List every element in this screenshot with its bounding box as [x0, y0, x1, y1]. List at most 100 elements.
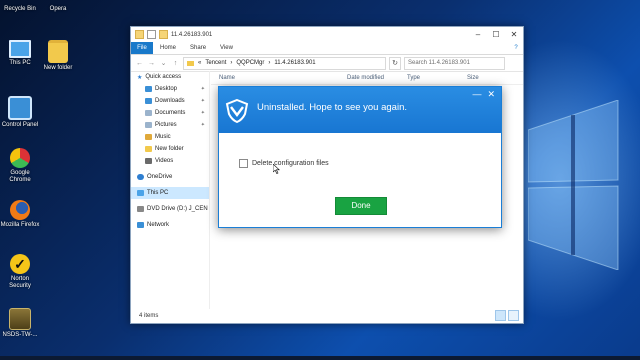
nav-item-pictures[interactable]: Pictures ✦: [131, 119, 209, 131]
delete-config-label: Delete configuration files: [252, 160, 329, 167]
search-input[interactable]: Search 11.4.26183.901: [404, 56, 505, 70]
column-date-modified[interactable]: Date modified: [339, 75, 399, 81]
star-icon: ★: [137, 74, 143, 81]
nav-item-documents[interactable]: Documents ✦: [131, 107, 209, 119]
dialog-controls: — ✕: [472, 89, 495, 100]
nsds-icon: [9, 308, 31, 330]
nav-item-label: Downloads: [155, 98, 185, 104]
nav-quick-access[interactable]: ★ Quick access: [131, 71, 209, 83]
delete-config-checkbox[interactable]: [239, 159, 248, 168]
tab-view[interactable]: View: [213, 42, 240, 54]
help-icon[interactable]: ?: [509, 42, 523, 54]
breadcrumb-separator: «: [198, 60, 202, 66]
cloud-icon: [137, 174, 144, 180]
nav-item-label: New folder: [155, 146, 184, 152]
large-icons-view-icon[interactable]: [508, 310, 519, 321]
breadcrumb-separator: ›: [268, 60, 271, 66]
nav-item-videos[interactable]: Videos: [131, 155, 209, 167]
column-name[interactable]: Name: [211, 75, 339, 81]
desktop-icon: [145, 86, 152, 92]
breadcrumb-tencent[interactable]: Tencent: [205, 60, 226, 66]
mouse-cursor-icon: [273, 164, 280, 174]
desktop-icon-control-panel[interactable]: Control Panel: [0, 96, 40, 129]
desktop-icon-recycle-bin[interactable]: Recycle Bin: [0, 0, 40, 13]
breadcrumb-separator: ›: [230, 60, 233, 66]
details-view-icon[interactable]: [495, 310, 506, 321]
nav-item-new-folder[interactable]: New folder: [131, 143, 209, 155]
desktop-icon-chrome[interactable]: Google Chrome: [0, 148, 40, 184]
column-size[interactable]: Size: [459, 75, 507, 81]
address-bar[interactable]: « Tencent › QQPCMgr › 11.4.26183.901: [183, 56, 386, 70]
computer-icon: [9, 40, 31, 58]
shield-logo-icon: [225, 99, 249, 123]
dvd-drive-icon: [137, 206, 144, 212]
up-arrow-icon[interactable]: ↑: [171, 60, 180, 67]
nav-item-downloads[interactable]: Downloads ✦: [131, 95, 209, 107]
status-bar: 4 items: [131, 309, 523, 323]
nav-item-label: Videos: [155, 158, 174, 164]
ribbon-tabs: File Home Share View ?: [131, 42, 523, 55]
back-arrow-icon[interactable]: ←: [135, 60, 144, 67]
nav-item-desktop[interactable]: Desktop ✦: [131, 83, 209, 95]
nav-item-label: Desktop: [155, 86, 178, 92]
properties-icon[interactable]: [147, 30, 156, 39]
nav-item-label: Pictures: [155, 122, 177, 128]
recycle-bin-icon: [10, 0, 30, 4]
breadcrumb-version[interactable]: 11.4.26183.901: [274, 60, 315, 66]
desktop-icon-this-pc[interactable]: This PC: [0, 40, 40, 67]
control-panel-icon: [8, 96, 32, 120]
new-folder-icon: [145, 146, 152, 152]
desktop-icon-opera[interactable]: Opera: [38, 0, 78, 13]
close-button[interactable]: ✕: [487, 89, 495, 100]
nav-item-music[interactable]: Music: [131, 131, 209, 143]
windows-logo: [528, 100, 619, 270]
folder-icon[interactable]: [135, 30, 144, 39]
tab-file[interactable]: File: [131, 42, 153, 54]
tab-home[interactable]: Home: [153, 42, 183, 54]
view-toggle: [495, 310, 519, 321]
pin-icon[interactable]: ✦: [201, 98, 205, 104]
folder-icon: [187, 60, 194, 66]
folder-icon: [48, 40, 68, 63]
breadcrumb-qqpcmgr[interactable]: QQPCMgr: [236, 60, 264, 66]
desktop-icon-new-folder[interactable]: New folder: [38, 40, 78, 72]
desktop-icon-nsds[interactable]: NSDS-TW-...: [0, 308, 40, 339]
delete-config-option[interactable]: Delete configuration files: [239, 159, 329, 168]
address-row: ← → ⌄ ↑ « Tencent › QQPCMgr › 11.4.26183…: [131, 55, 523, 72]
column-type[interactable]: Type: [399, 75, 459, 81]
downloads-icon: [145, 98, 152, 104]
nav-item-label: Music: [155, 134, 171, 140]
pin-icon[interactable]: ✦: [201, 122, 205, 128]
opera-icon: [48, 0, 68, 4]
minimize-button[interactable]: –: [469, 27, 487, 42]
window-title: 11.4.26183.901: [171, 31, 213, 38]
norton-icon: ✓: [10, 254, 30, 274]
chrome-icon: [10, 148, 30, 168]
desktop-icon-norton[interactable]: ✓ Norton Security: [0, 254, 40, 290]
pin-icon[interactable]: ✦: [201, 110, 205, 116]
window-controls: – ☐ ✕: [469, 27, 523, 42]
explorer-titlebar: 11.4.26183.901 – ☐ ✕: [131, 27, 523, 42]
dialog-header: Uninstalled. Hope to see you again. — ✕: [219, 87, 501, 133]
nav-network[interactable]: Network: [131, 219, 209, 231]
refresh-icon[interactable]: ↻: [389, 56, 401, 70]
recent-chevron-icon[interactable]: ⌄: [159, 59, 168, 67]
close-button[interactable]: ✕: [505, 27, 523, 42]
column-headers: Name Date modified Type Size: [211, 71, 523, 85]
nav-onedrive[interactable]: OneDrive: [131, 171, 209, 183]
new-folder-icon[interactable]: [159, 30, 168, 39]
documents-icon: [145, 110, 152, 116]
tab-share[interactable]: Share: [183, 42, 213, 54]
nav-this-pc[interactable]: This PC: [131, 187, 209, 199]
minimize-button[interactable]: —: [472, 89, 481, 100]
navigation-pane: ★ Quick access Desktop ✦ Downloads ✦ Documen…: [131, 71, 210, 309]
forward-arrow-icon[interactable]: →: [147, 60, 156, 67]
pin-icon[interactable]: ✦: [201, 86, 205, 92]
item-count: 4 items: [139, 313, 159, 319]
done-button[interactable]: Done: [335, 197, 387, 215]
computer-icon: [137, 190, 144, 196]
nav-dvd-drive[interactable]: DVD Drive (D:) J_CEN: [131, 203, 209, 215]
desktop-icon-firefox[interactable]: Mozilla Firefox: [0, 200, 40, 229]
maximize-button[interactable]: ☐: [487, 27, 505, 42]
nav-item-label: Documents: [155, 110, 186, 116]
